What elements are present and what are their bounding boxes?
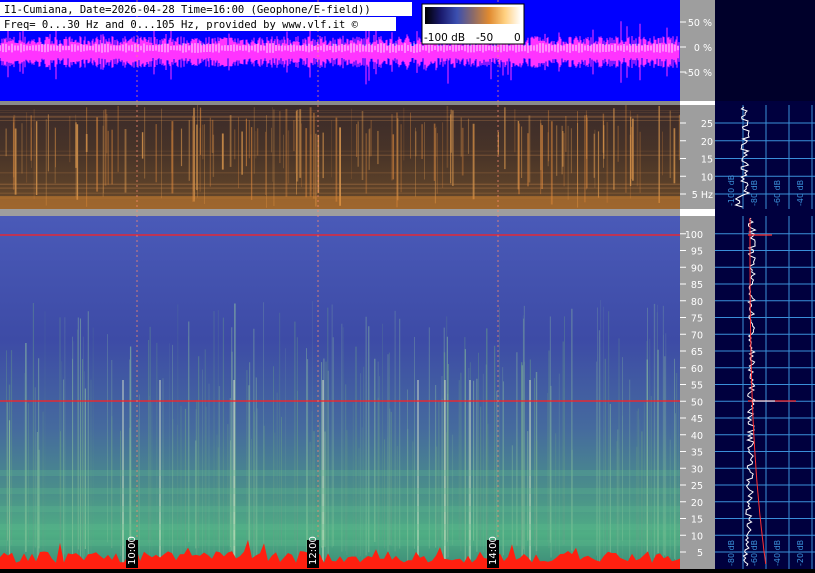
lower-tick-label: 90 <box>691 263 703 274</box>
upper-tick-label: 15 <box>701 155 713 166</box>
color-scale-label-low: -100 dB <box>424 32 465 44</box>
time-marker-label: 10:00 <box>127 536 138 565</box>
header-line-1: I1-Cumiana, Date=2026-04-28 Time=16:00 (… <box>4 4 371 16</box>
lower-tick-label: 75 <box>691 314 703 325</box>
spectrogram-chart: 10:00 12:00 14:00 50 % 0 % -50 % 25 20 15 10 5 Hz… <box>0 0 815 569</box>
lower-tick-label: 100 <box>685 230 703 241</box>
lower-tick-label: 55 <box>691 381 703 392</box>
profile-x-label-lower: -20 dB <box>796 540 805 566</box>
profile-x-label-lower: -40 dB <box>773 540 782 566</box>
axis-strip-gap-2 <box>680 209 715 216</box>
band <box>0 470 680 476</box>
upper-tick-label: 20 <box>701 137 713 148</box>
band <box>0 540 680 546</box>
wave-tick-label: 50 % <box>688 18 712 29</box>
upper-tick-label: 25 <box>701 119 713 130</box>
band <box>0 488 680 494</box>
lower-tick-label: 45 <box>691 414 703 425</box>
lower-tick-label: 15 <box>691 515 703 526</box>
upper-tick-label: 5 Hz <box>692 190 713 201</box>
lower-tick-label: 30 <box>691 464 703 475</box>
profile-x-label-lower: -60 dB <box>750 540 759 566</box>
spectrogram-display: 10:00 12:00 14:00 50 % 0 % -50 % 25 20 15 10 5 Hz… <box>0 0 815 569</box>
profile-x-label-lower: -80 dB <box>727 540 736 566</box>
lower-tick-label: 85 <box>691 280 703 291</box>
time-marker-label: 14:00 <box>488 536 499 565</box>
lower-tick-label: 95 <box>691 247 703 258</box>
color-scale-label-mid: -50 <box>476 32 493 44</box>
lower-tick-label: 70 <box>691 330 703 341</box>
profile-x-label-upper: -100 dB <box>727 175 736 206</box>
color-scale-bar <box>425 7 521 24</box>
lower-tick-label: 40 <box>691 431 703 442</box>
color-scale: -100 dB -50 0 <box>421 3 525 45</box>
profile-x-label-upper: -40 dB <box>796 180 805 206</box>
lower-tick-label: 80 <box>691 297 703 308</box>
separator-2 <box>0 209 680 216</box>
lower-tick-label: 5 <box>697 548 703 559</box>
time-marker-label: 12:00 <box>308 536 319 565</box>
lower-tick-label: 50 <box>691 397 703 408</box>
wave-tick-label: 0 % <box>694 43 712 54</box>
profile-x-label-upper: -60 dB <box>773 180 782 206</box>
lower-spectrogram <box>0 216 680 569</box>
upper-floor <box>0 196 680 209</box>
lower-tick-label: 35 <box>691 448 703 459</box>
profile-gap <box>715 209 815 216</box>
lower-tick-label: 65 <box>691 347 703 358</box>
upper-tick-label: 10 <box>701 172 713 183</box>
profile-panel-top <box>715 0 815 101</box>
separator-1 <box>0 101 680 105</box>
band <box>0 506 680 512</box>
lower-tick-label: 25 <box>691 481 703 492</box>
lower-tick-label: 10 <box>691 531 703 542</box>
lower-tick-label: 20 <box>691 498 703 509</box>
axis-strip-gap <box>680 101 715 105</box>
lower-tick-label: 60 <box>691 364 703 375</box>
profile-x-label-upper: -80 dB <box>750 180 759 206</box>
color-scale-label-high: 0 <box>514 32 521 44</box>
band <box>0 524 680 530</box>
wave-tick-label: -50 % <box>684 68 712 79</box>
header-line-2: Freq= 0...30 Hz and 0...105 Hz, provided… <box>4 19 359 31</box>
